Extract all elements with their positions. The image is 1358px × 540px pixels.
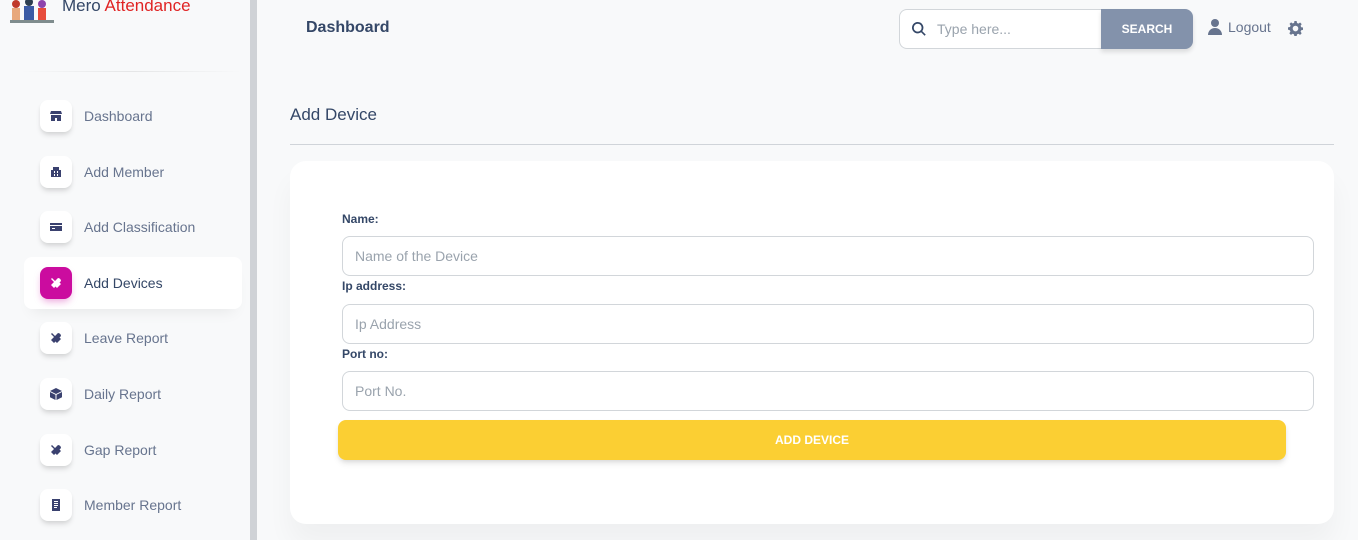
search-button[interactable]: SEARCH xyxy=(1101,9,1193,49)
box-icon xyxy=(40,377,72,410)
page-title: Add Device xyxy=(290,105,377,124)
credit-card-icon xyxy=(40,211,72,244)
sidebar-item-add-devices[interactable]: Add Devices xyxy=(24,256,242,309)
sidebar-item-label: Leave Report xyxy=(84,330,169,347)
search-icon xyxy=(912,22,926,36)
gear-icon[interactable] xyxy=(1288,21,1304,37)
sidebar-item-add-classification[interactable]: Add Classification xyxy=(24,201,242,253)
sidebar-item-leave-report[interactable]: Leave Report xyxy=(24,312,242,364)
search-box[interactable] xyxy=(899,9,1101,49)
logout-link[interactable]: Logout xyxy=(1208,19,1271,35)
device-name-field[interactable] xyxy=(342,236,1314,276)
brand-name: Mero Attendance xyxy=(62,0,191,16)
topbar-title: Dashboard xyxy=(306,19,390,36)
add-device-card: Name: Ip address: Port no: ADD DEVICE xyxy=(290,161,1334,524)
sidebar-item-label: Dashboard xyxy=(84,108,153,124)
tools-icon xyxy=(40,433,72,466)
sidebar-item-dashboard[interactable]: Dashboard xyxy=(24,90,242,142)
tools-icon xyxy=(40,322,72,355)
name-label: Name: xyxy=(342,212,379,226)
sidebar: Mero Attendance Dashboard Add Member Add… xyxy=(0,0,250,540)
sidebar-item-label: Add Member xyxy=(84,163,165,180)
search-bar: SEARCH xyxy=(899,9,1193,49)
sidebar-item-label: Add Classification xyxy=(84,219,196,236)
sidebar-item-label: Daily Report xyxy=(84,385,162,402)
office-icon xyxy=(40,155,72,188)
search-input[interactable] xyxy=(937,21,1087,37)
user-icon xyxy=(1208,19,1222,35)
sidebar-item-label: Add Devices xyxy=(84,274,163,291)
brand-logo xyxy=(10,0,54,24)
sidebar-item-label: Member Report xyxy=(84,497,182,514)
brand[interactable]: Mero Attendance xyxy=(10,0,191,26)
ip-label: Ip address: xyxy=(342,279,407,293)
port-label: Port no: xyxy=(342,347,388,361)
sidebar-divider xyxy=(20,71,242,72)
port-field[interactable] xyxy=(342,371,1314,411)
brand-name-part1: Mero xyxy=(62,0,101,15)
sidebar-item-member-report[interactable]: Member Report xyxy=(24,479,242,531)
sidebar-item-daily-report[interactable]: Daily Report xyxy=(24,368,242,420)
sidebar-nav: Dashboard Add Member Add Classification … xyxy=(24,90,242,535)
tools-icon xyxy=(40,266,72,299)
sidebar-item-add-member[interactable]: Add Member xyxy=(24,146,242,198)
add-device-button[interactable]: ADD DEVICE xyxy=(338,420,1286,460)
brand-name-part2: Attendance xyxy=(104,0,191,15)
document-icon xyxy=(40,489,72,522)
sidebar-item-gap-report[interactable]: Gap Report xyxy=(24,424,242,476)
logout-label: Logout xyxy=(1228,19,1271,35)
sidebar-item-label: Gap Report xyxy=(84,441,157,458)
sidebar-scrollbar[interactable] xyxy=(250,0,257,540)
shop-icon xyxy=(40,100,72,132)
page-divider xyxy=(290,144,1334,145)
ip-address-field[interactable] xyxy=(342,304,1314,344)
